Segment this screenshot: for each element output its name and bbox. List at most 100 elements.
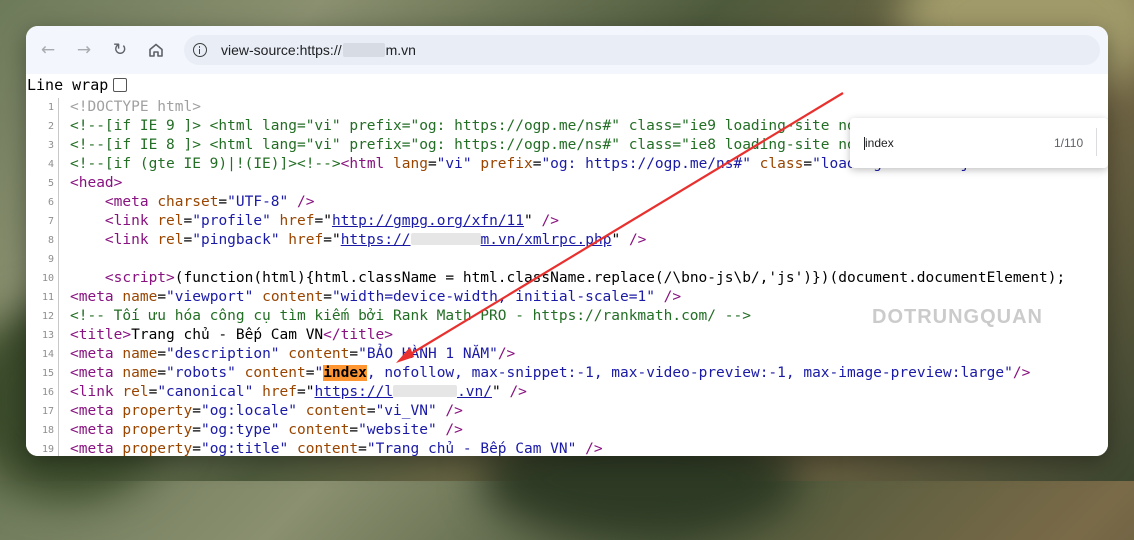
line-text: <!DOCTYPE html> [70,98,201,117]
code-token: = [323,289,332,305]
code-token: " [314,365,324,381]
site-info-icon[interactable] [193,43,207,57]
line-wrap-label: Line wrap [27,76,109,94]
source-line: 15 <meta name="robots" content="index, no… [26,364,1108,383]
code-token: href [253,384,298,400]
code-token: <title> [70,327,132,343]
code-token: = [349,346,359,362]
address-bar[interactable]: view-source:https://m.vn [184,35,1100,65]
line-wrap-toggle[interactable]: Line wrap [27,76,128,94]
search-highlight: index [323,365,367,381]
source-link[interactable]: https:// [341,232,411,248]
code-token: Trang chủ - Bếp Cam VN [131,327,324,343]
line-number: 19 [26,440,59,456]
browser-window: ← → ↻ view-source:https://m.vn Line wrap… [26,26,1108,456]
line-text: <title>Trang chủ - Bếp Cam VN</title> [70,326,393,345]
source-link[interactable]: http://gmpg.org/xfn/11 [332,213,524,229]
code-token: =" [314,213,332,229]
code-token: "vi_VN" [375,403,437,419]
code-token: "canonical" [157,384,254,400]
code-token: name [122,365,158,381]
browser-toolbar: ← → ↻ view-source:https://m.vn [26,26,1108,74]
code-token: <!--[if (gte IE 9)|!(IE)]><!--> [70,156,341,172]
line-text: <meta property="og:title" content="Trang… [70,440,603,456]
code-token: "pingback" [192,232,280,248]
url-text: view-source:https://m.vn [221,42,416,58]
line-text: <script>(function(html){html.className =… [70,269,1065,288]
find-divider [1096,128,1097,156]
line-text: <head> [70,174,122,193]
forward-icon[interactable]: → [70,36,98,64]
code-token: "og:locale" [200,403,297,419]
code-token: = [192,441,201,456]
code-token: <meta [70,346,123,362]
code-token: "vi" [436,156,472,172]
code-token: property [122,441,193,456]
code-token: href [270,213,315,229]
source-line: 5 <head> [26,174,1108,193]
code-token: content [297,403,367,419]
back-icon[interactable]: ← [34,36,62,64]
code-token: = [358,441,367,456]
code-token: = [192,403,201,419]
code-token: "UTF-8" [227,194,289,210]
code-token: "BẢO HÀNH 1 NĂM" [358,346,498,362]
code-token: /> [436,422,463,438]
code-token: = [349,422,359,438]
watermark: DOTRUNGQUAN [872,306,1043,328]
line-text: <meta property="og:type" content="websit… [70,421,463,440]
code-token: <head> [70,175,123,191]
code-token: <!DOCTYPE html> [70,99,201,115]
source-line: 16 <link rel="canonical" href="https://l.… [26,383,1108,402]
line-number: 13 [26,326,59,345]
line-text: <link rel="profile" href="http://gmpg.or… [70,212,559,231]
code-token: /> [500,384,527,400]
source-line: 1 <!DOCTYPE html> [26,98,1108,117]
line-number: 4 [26,155,59,174]
line-number: 1 [26,98,59,117]
code-token: (function(html){html.className = html.cl… [174,270,1066,286]
code-token: <meta [104,194,158,210]
source-link[interactable]: https://l [314,384,393,400]
line-text: <meta name="viewport" content="width=dev… [70,288,681,307]
source-link[interactable]: .vn/ [457,384,492,400]
line-text: <link rel="canonical" href="https://l .vn… [70,383,527,402]
code-token: "og:title" [200,441,289,456]
source-view: Line wrap 1 <!DOCTYPE html> 2 <!--[if IE 9 … [26,74,1108,456]
code-token: , nofollow, max-snippet:-1, max-video-pr… [366,365,1013,381]
code-token: rel [122,384,149,400]
reload-icon[interactable]: ↻ [106,36,134,64]
code-token: = [157,289,167,305]
redacted-text [410,233,481,245]
source-line: 6 <meta charset="UTF-8" /> [26,193,1108,212]
source-line: 19 <meta property="og:title" content="Tra… [26,440,1108,456]
source-line: 11 <meta name="viewport" content="width=d… [26,288,1108,307]
code-token: " [611,232,621,248]
code-token: <meta [70,422,123,438]
find-input[interactable]: index [864,136,894,150]
line-number: 12 [26,307,59,326]
home-icon[interactable] [142,36,170,64]
source-link[interactable]: m.vn/xmlrpc.php [481,232,612,248]
line-number: 11 [26,288,59,307]
code-token: /> [576,441,603,456]
redacted-text [393,385,458,397]
code-token: "robots" [166,365,236,381]
line-text: <meta charset="UTF-8" /> [70,193,315,212]
line-number: 9 [26,250,59,269]
code-token: property [122,422,193,438]
redacted-domain [342,43,385,57]
code-token: <html [340,156,394,172]
source-line: 8 <link rel="pingback" href="https:// m.v… [26,231,1108,250]
code-token: "width=device-width, initial-scale=1" [331,289,655,305]
code-token: content [253,289,324,305]
code-token: content [279,422,350,438]
code-token: content [288,441,359,456]
code-token: /> [1012,365,1031,381]
code-token: "website" [358,422,437,438]
line-wrap-checkbox[interactable] [113,78,128,92]
source-line: 14 <meta name="description" content="BẢO … [26,345,1108,364]
code-token: "profile" [192,213,271,229]
